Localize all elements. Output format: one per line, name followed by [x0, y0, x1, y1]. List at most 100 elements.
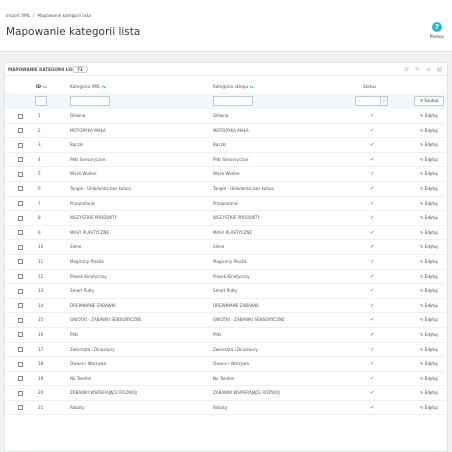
row-checkbox[interactable]	[18, 201, 23, 207]
table-row[interactable]: 3 Bączki Bączki ✔ ✎ Edytuj	[5, 138, 447, 153]
status-enabled-check-icon[interactable]: ✔	[370, 167, 375, 182]
table-row[interactable]: 13 Smart Putty Smart Putty ✔ ✎ Edytuj	[5, 284, 447, 299]
table-row[interactable]: 4 Piłki Sensoryczne Piłki Sensoryczne ✔ ✎ Ed…	[5, 153, 447, 168]
edit-button[interactable]: ✎ Edytuj	[420, 299, 438, 314]
table-row[interactable]: 7 Przeplatanki Przeplatanki ✔ ✎ Edytuj	[5, 197, 447, 212]
row-checkbox[interactable]	[18, 113, 23, 119]
edit-button[interactable]: ✎ Edytuj	[420, 284, 438, 299]
edit-button[interactable]: ✎ Edytuj	[420, 401, 438, 416]
edit-button[interactable]: ✎ Edytuj	[420, 211, 438, 226]
row-checkbox[interactable]	[18, 215, 23, 221]
table-row[interactable]: 19 Na Telefon Na Telefon ✔ ✎ Edytuj	[5, 372, 447, 387]
status-enabled-check-icon[interactable]: ✔	[370, 386, 375, 401]
edit-button[interactable]: ✎ Edytuj	[420, 138, 438, 153]
shop-category-filter-input[interactable]	[213, 96, 253, 106]
row-checkbox[interactable]	[18, 376, 23, 382]
status-enabled-check-icon[interactable]: ✔	[370, 372, 375, 387]
status-enabled-check-icon[interactable]: ✔	[370, 211, 375, 226]
breadcrumb-parent-link[interactable]: Import XML	[6, 13, 30, 18]
row-checkbox[interactable]	[18, 347, 23, 352]
table-row[interactable]: 8 WSZYSTKIE PRODUKTY WSZYSTKIE PRODUKTY ✔ ✎ …	[5, 211, 447, 226]
row-checkbox[interactable]	[18, 405, 23, 411]
row-checkbox[interactable]	[18, 332, 23, 338]
status-enabled-check-icon[interactable]: ✔	[370, 197, 375, 212]
table-row[interactable]: 10 Slime Slime ✔ ✎ Edytuj	[5, 240, 447, 255]
status-enabled-check-icon[interactable]: ✔	[370, 313, 375, 328]
status-enabled-check-icon[interactable]: ✔	[370, 182, 375, 197]
sort-arrows-icon[interactable]: ▾▴	[102, 84, 106, 89]
status-enabled-check-icon[interactable]: ✔	[370, 343, 375, 358]
status-enabled-check-icon[interactable]: ✔	[370, 138, 375, 153]
status-filter-select[interactable]: - ⌄	[355, 96, 388, 106]
table-row[interactable]: 21 Roboty Roboty ✔ ✎ Edytuj	[5, 401, 447, 416]
row-checkbox[interactable]	[18, 157, 23, 163]
row-checkbox[interactable]	[18, 186, 23, 192]
row-checkbox[interactable]	[18, 317, 23, 323]
help-button[interactable]: ? Pomoc	[425, 22, 449, 40]
status-enabled-check-icon[interactable]: ✔	[370, 240, 375, 255]
column-header-id[interactable]: ID ▾▴	[36, 84, 47, 89]
sort-arrows-icon[interactable]: ▾▴	[43, 84, 47, 89]
edit-button[interactable]: ✎ Edytuj	[420, 167, 438, 182]
table-row[interactable]: 14 DREWNIANE ZABAWKI DREWNIANE ZABAWKI ✔ ✎ E…	[5, 299, 447, 314]
table-row[interactable]: 17 Zwierzęta i Dinozaury Zwierzęta i Dinoz…	[5, 343, 447, 358]
table-row[interactable]: 12 Piasek Kinetyczny Piasek Kinetyczny ✔ ✎ E…	[5, 270, 447, 285]
table-row[interactable]: 18 Owoce i Warzywa Owoce i Warzywa ✔ ✎ Edytu…	[5, 357, 447, 372]
edit-button[interactable]: ✎ Edytuj	[420, 357, 438, 372]
status-enabled-check-icon[interactable]: ✔	[370, 153, 375, 168]
status-enabled-check-icon[interactable]: ✔	[370, 357, 375, 372]
status-enabled-check-icon[interactable]: ✔	[370, 109, 375, 124]
row-checkbox[interactable]	[18, 274, 23, 280]
refresh-icon[interactable]: ↻	[414, 66, 421, 73]
add-icon[interactable]: ⊕	[403, 66, 410, 73]
sql-icon[interactable]: ≡	[425, 66, 432, 73]
table-row[interactable]: 11 Magiczny Plastik Magiczny Plastik ✔ ✎ Edy…	[5, 255, 447, 270]
row-checkbox[interactable]	[18, 259, 23, 265]
row-checkbox[interactable]	[18, 303, 23, 309]
edit-button[interactable]: ✎ Edytuj	[420, 343, 438, 358]
row-checkbox[interactable]	[18, 288, 23, 294]
edit-button[interactable]: ✎ Edytuj	[420, 328, 438, 343]
row-checkbox[interactable]	[18, 142, 23, 148]
column-header-shop-category[interactable]: Kategoria sklepu ▾▴	[213, 84, 254, 89]
table-row[interactable]: 5 Węże Wodne Węże Wodne ✔ ✎ Edytuj	[5, 167, 447, 182]
table-row[interactable]: 1 Główna Główna ✔ ✎ Edytuj	[5, 109, 447, 124]
row-checkbox[interactable]	[18, 128, 23, 134]
row-checkbox[interactable]	[18, 361, 23, 367]
edit-button[interactable]: ✎ Edytuj	[420, 270, 438, 285]
edit-button[interactable]: ✎ Edytuj	[420, 313, 438, 328]
row-checkbox[interactable]	[18, 390, 23, 396]
status-enabled-check-icon[interactable]: ✔	[370, 226, 375, 241]
row-checkbox[interactable]	[18, 230, 23, 236]
search-button[interactable]: ⚲ Szukaj	[414, 96, 444, 106]
status-enabled-check-icon[interactable]: ✔	[370, 270, 375, 285]
table-row[interactable]: 2 MOTORYKA MAŁA MOTORYKA MAŁA ✔ ✎ Edytuj	[5, 124, 447, 139]
table-row[interactable]: 16 Piłki Piłki ✔ ✎ Edytuj	[5, 328, 447, 343]
id-filter-input[interactable]	[35, 96, 47, 106]
edit-button[interactable]: ✎ Edytuj	[420, 372, 438, 387]
status-enabled-check-icon[interactable]: ✔	[370, 255, 375, 270]
xml-category-filter-input[interactable]	[70, 96, 110, 106]
edit-button[interactable]: ✎ Edytuj	[420, 386, 438, 401]
table-row[interactable]: 20 ZABAWKI WSPIERAJĄCE ROZWÓJ ZABAWKI WSPI…	[5, 386, 447, 401]
edit-button[interactable]: ✎ Edytuj	[420, 226, 438, 241]
edit-button[interactable]: ✎ Edytuj	[420, 197, 438, 212]
status-enabled-check-icon[interactable]: ✔	[370, 284, 375, 299]
table-row[interactable]: 6 Tangle - Układanka bez końca Tangle - Uk…	[5, 182, 447, 197]
status-enabled-check-icon[interactable]: ✔	[370, 299, 375, 314]
row-checkbox[interactable]	[18, 171, 23, 177]
column-header-xml-category[interactable]: Kategoria XML ▾▴	[70, 84, 106, 89]
row-checkbox[interactable]	[18, 244, 23, 250]
edit-button[interactable]: ✎ Edytuj	[420, 153, 438, 168]
edit-button[interactable]: ✎ Edytuj	[420, 182, 438, 197]
sort-arrows-icon[interactable]: ▾▴	[249, 84, 253, 89]
table-row[interactable]: 15 GNIOTKI - ZABAWKI SENSORYCZNE GNIOTKI -…	[5, 313, 447, 328]
status-enabled-check-icon[interactable]: ✔	[370, 328, 375, 343]
edit-button[interactable]: ✎ Edytuj	[420, 109, 438, 124]
edit-button[interactable]: ✎ Edytuj	[420, 255, 438, 270]
edit-button[interactable]: ✎ Edytuj	[420, 124, 438, 139]
edit-button[interactable]: ✎ Edytuj	[420, 240, 438, 255]
status-enabled-check-icon[interactable]: ✔	[370, 401, 375, 416]
status-enabled-check-icon[interactable]: ✔	[370, 124, 375, 139]
table-row[interactable]: 9 MASY PLASTYCZNE MASY PLASTYCZNE ✔ ✎ Edytuj	[5, 226, 447, 241]
